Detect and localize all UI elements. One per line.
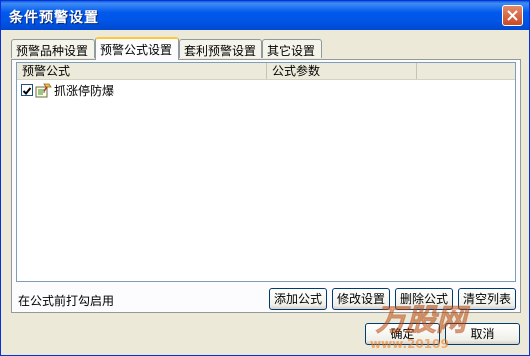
dialog-window: 条件预警设置 预警品种设置 预警公式设置 套利预警设置 其它设置 预警公式 公式… [0,0,530,356]
close-button[interactable] [502,5,523,26]
cancel-button[interactable]: 取消 [445,323,520,345]
tab-label: 套利预警设置 [184,44,257,58]
ok-button[interactable]: 确定 [365,323,440,345]
clear-list-button[interactable]: 清空列表 [458,288,516,310]
tab-other-settings[interactable]: 其它设置 [262,39,322,58]
tab-formula-settings[interactable]: 预警公式设置 [95,37,179,60]
checkmark-icon [22,87,32,95]
delete-formula-button[interactable]: 删除公式 [395,288,453,310]
close-icon [507,10,518,21]
tab-variety-settings[interactable]: 预警品种设置 [11,39,95,58]
modify-settings-button[interactable]: 修改设置 [332,288,390,310]
window-title: 条件预警设置 [9,10,99,26]
hint-text: 在公式前打勾启用 [18,294,115,308]
add-formula-button[interactable]: 添加公式 [269,288,327,310]
tab-label: 其它设置 [267,44,316,58]
enable-checkbox[interactable] [21,84,33,96]
list-header: 预警公式 公式参数 [17,63,515,80]
tab-label: 预警品种设置 [16,44,89,58]
tab-label: 预警公式设置 [100,43,173,57]
tab-panel: 预警公式 公式参数 抓涨停防爆 在公式前打勾启用 添加公式 修改设置 删除公式 … [11,59,521,313]
column-header-formula[interactable]: 预警公式 [17,63,267,79]
formula-name: 抓涨停防爆 [54,84,115,98]
column-header-params[interactable]: 公式参数 [267,63,417,79]
title-bar[interactable]: 条件预警设置 [1,1,529,30]
formula-list[interactable]: 预警公式 公式参数 抓涨停防爆 [16,62,516,282]
tab-arbitrage-settings[interactable]: 套利预警设置 [179,39,262,58]
formula-icon [35,83,52,98]
